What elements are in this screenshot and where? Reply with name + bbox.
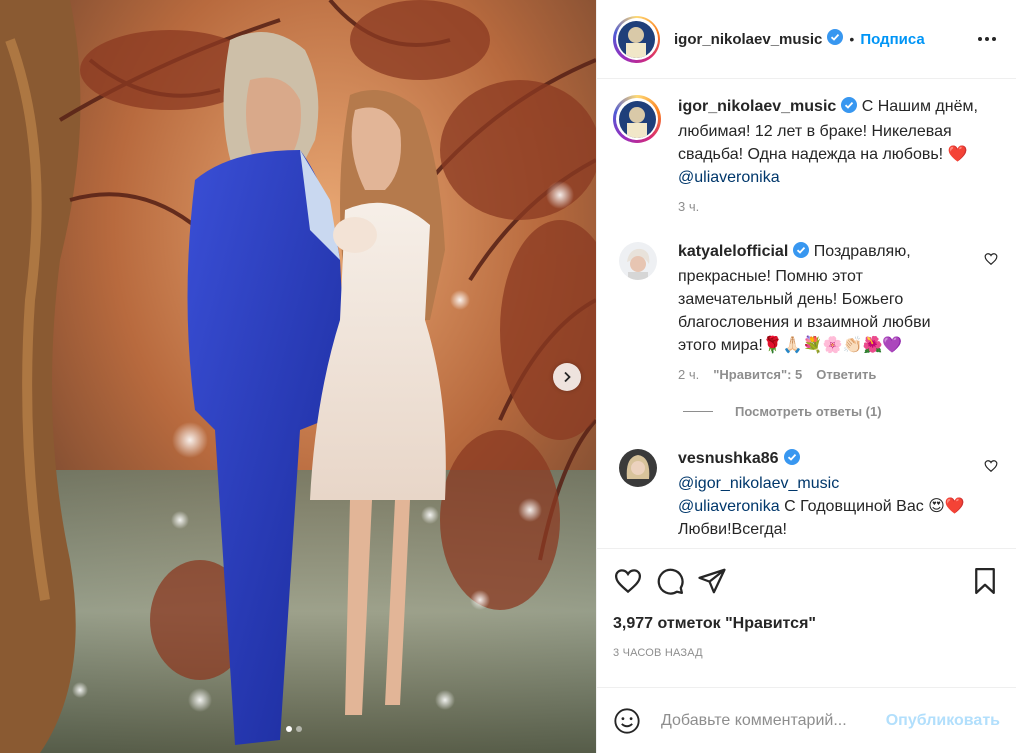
avatar-image [618,100,656,138]
replies-divider [683,411,713,412]
like-button[interactable] [613,566,643,596]
caption-username[interactable]: igor_nikolaev_music [678,98,836,115]
reply-button[interactable]: Ответить [816,367,876,382]
photo-image [0,0,596,753]
author-avatar[interactable] [613,15,660,63]
heart-icon [614,569,642,594]
comment-mention[interactable]: @uliaveronika [678,498,780,515]
caption: igor_nikolaev_music С Нашим днём, любима… [613,95,1000,214]
more-options-button[interactable] [974,33,1000,45]
carousel-dots [286,726,302,732]
verified-badge-icon [827,28,844,50]
action-icons [613,561,1000,601]
instagram-post: igor_nikolaev_music • Подписа igor_nikol… [0,0,1016,753]
comment-icon [657,568,684,595]
comment-mention[interactable]: @igor_nikolaev_music [678,475,839,492]
next-photo-button[interactable] [553,363,581,391]
comment-input[interactable] [661,711,886,730]
commenter-avatar[interactable] [619,449,657,487]
comment-button[interactable] [655,566,685,596]
add-comment-bar: Опубликовать [597,687,1016,753]
share-button[interactable] [697,566,727,596]
author-username[interactable]: igor_nikolaev_music [674,31,822,48]
caption-time[interactable]: 3 ч. [678,199,978,214]
view-replies-button[interactable]: Посмотреть ответы (1) [683,404,1000,419]
comment-username[interactable]: vesnushka86 [678,450,779,467]
post-side-panel: igor_nikolaev_music • Подписа igor_nikol… [596,0,1016,753]
paper-plane-icon [698,568,726,594]
follow-button[interactable]: Подписа [860,31,924,48]
comment-time[interactable]: 2 ч. [678,367,699,382]
more-dots-icon [978,37,982,41]
save-button[interactable] [970,566,1000,596]
verified-badge-icon [783,449,800,472]
avatar-image [618,20,655,58]
comment-meta: 2 ч. "Нравится": 5 Ответить [678,367,968,382]
post-timestamp[interactable]: 3 ЧАСОВ НАЗАД [613,647,1000,659]
commenter-avatar[interactable] [619,242,657,280]
smiley-icon [614,707,640,734]
verified-badge-icon [793,242,810,265]
carousel-dot-active [286,726,292,732]
heart-icon [984,253,998,266]
comment-item: vesnushka86 @igor_nikolaev_music @uliavero… [613,447,1000,541]
post-header: igor_nikolaev_music • Подписа [597,0,1016,79]
comment-like-button[interactable] [984,252,998,271]
view-replies-label: Посмотреть ответы (1) [735,404,882,419]
separator-bullet: • [849,31,855,47]
comment-like-button[interactable] [984,459,998,478]
comment-likes[interactable]: "Нравится": 5 [713,367,802,382]
heart-icon [984,460,998,473]
bookmark-icon [975,568,995,594]
comments-section[interactable]: igor_nikolaev_music С Нашим днём, любима… [597,79,1016,548]
caption-avatar[interactable] [613,95,661,143]
caption-mention[interactable]: @uliaveronika [678,169,780,186]
publish-button[interactable]: Опубликовать [886,712,1000,730]
post-actions: 3,977 отметок "Нравится" 3 ЧАСОВ НАЗАД [597,548,1016,687]
comment-username[interactable]: katyalelofficial [678,243,788,260]
carousel-dot [296,726,302,732]
chevron-right-icon [564,371,571,383]
verified-badge-icon [841,97,858,120]
likes-count[interactable]: 3,977 отметок "Нравится" [613,615,1000,633]
post-photo[interactable] [0,0,596,753]
emoji-button[interactable] [613,707,641,735]
avatar-image [619,449,657,487]
comment-item: katyalelofficial Поздравляю, прекрасные!… [613,240,1000,382]
avatar-image [619,242,657,280]
